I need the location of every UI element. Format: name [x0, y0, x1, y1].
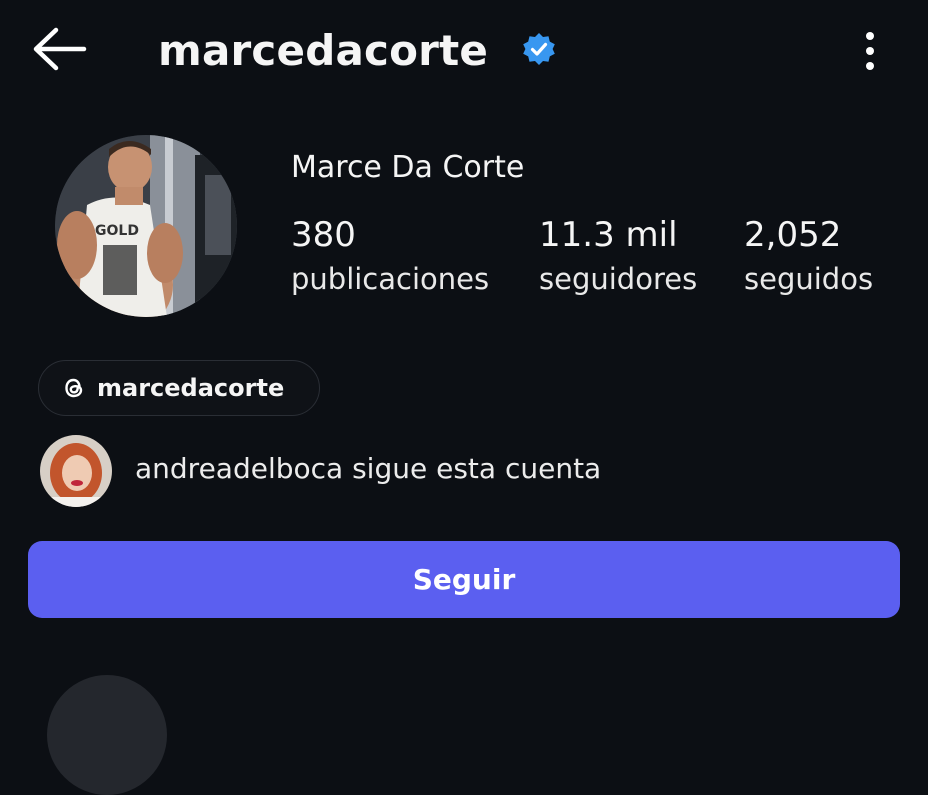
following-label[interactable]: seguidos	[744, 262, 873, 296]
mutual-follower-text[interactable]: andreadelboca sigue esta cuenta	[135, 452, 601, 485]
posts-label[interactable]: publicaciones	[291, 262, 489, 296]
story-highlight[interactable]	[47, 675, 167, 795]
back-button[interactable]	[30, 22, 90, 76]
more-vertical-icon	[866, 32, 874, 70]
threads-username: marcedacorte	[97, 374, 285, 402]
threads-icon	[65, 378, 83, 398]
arrow-left-icon	[33, 27, 87, 71]
profile-avatar[interactable]: GOLD	[55, 135, 237, 317]
following-count[interactable]: 2,052	[744, 215, 841, 255]
followers-count[interactable]: 11.3 mil	[539, 215, 678, 255]
svg-text:GOLD: GOLD	[95, 223, 139, 239]
more-options-button[interactable]	[850, 26, 890, 76]
followers-label[interactable]: seguidores	[539, 262, 697, 296]
threads-link-button[interactable]: marcedacorte	[38, 360, 320, 416]
follower-avatar[interactable]	[40, 435, 112, 507]
posts-count[interactable]: 380	[291, 215, 356, 255]
follow-button[interactable]: Seguir	[28, 541, 900, 618]
verified-badge-icon	[522, 32, 556, 66]
profile-full-name: Marce Da Corte	[291, 150, 525, 185]
profile-username: marcedacorte	[158, 26, 489, 75]
